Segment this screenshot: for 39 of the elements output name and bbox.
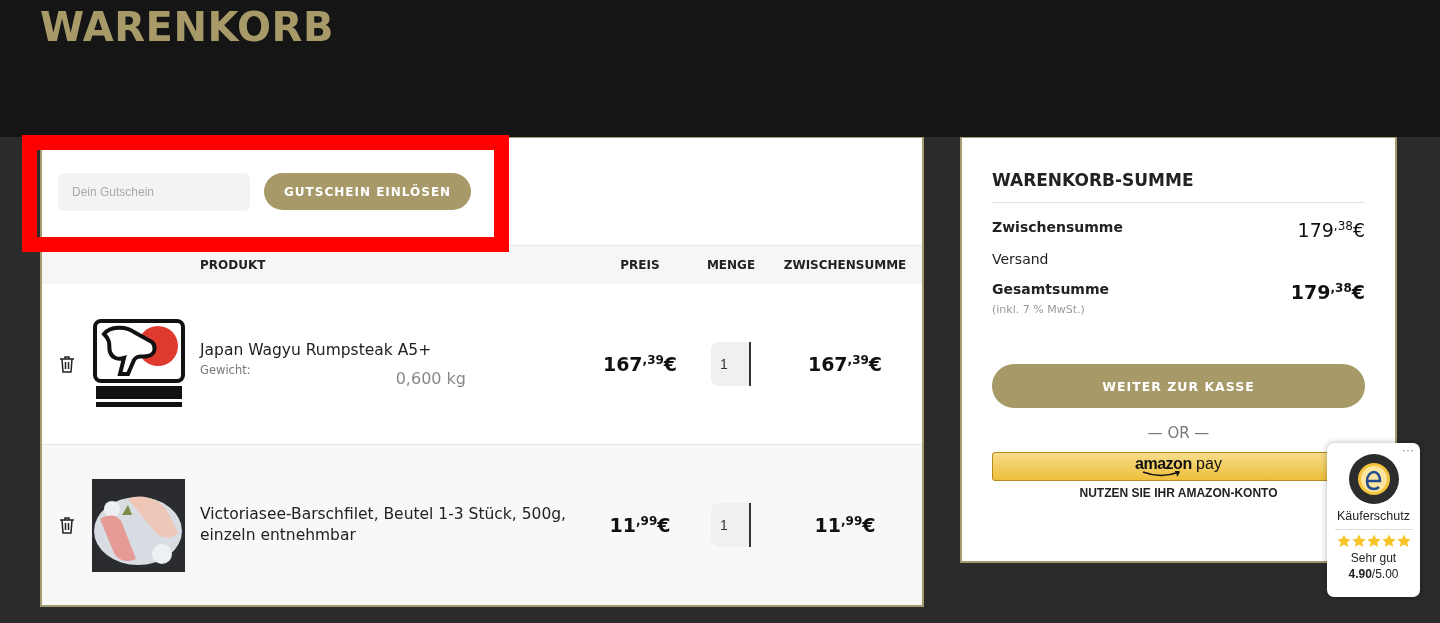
star-icon: [1396, 534, 1411, 548]
rating-text: Sehr gut: [1350, 551, 1397, 565]
trust-badge-popup[interactable]: ··· Käuferschutz Sehr gut 4.90/5.00: [1327, 443, 1420, 597]
trash-icon[interactable]: [59, 516, 75, 534]
star-icon: [1381, 534, 1396, 548]
column-header: ZWISCHENSUMME: [782, 258, 908, 272]
total-value: 179$^{,38}$€: [1290, 281, 1365, 304]
totals-title: WARENKORB-SUMME: [992, 170, 1365, 203]
column-header: PRODUKT: [200, 258, 267, 272]
product-name[interactable]: Victoriasee-Barschfilet, Beutel 1-3 Stück, 500g, einzeln entnehmbar: [200, 504, 576, 546]
shipping-label: Versand: [992, 251, 1049, 268]
price-text: 167$^{,39}$€: [601, 352, 679, 376]
subtotal-value: 179$^{,38}$€: [1297, 219, 1365, 242]
badge-menu[interactable]: ···: [1402, 443, 1414, 457]
star-icon: [1366, 534, 1381, 548]
quantity-field[interactable]: 1: [711, 342, 751, 386]
rating-score: 4.90/5.00: [1348, 567, 1399, 581]
smile-arrow-icon: [1140, 471, 1183, 478]
column-header: MENGE: [705, 258, 757, 272]
star-icon: [1351, 534, 1366, 548]
tax-note: (inkl. 7 % MwSt.): [992, 303, 1086, 317]
or-separator: — OR —: [1146, 424, 1211, 443]
subtotal-text: 11$^{,99}$€: [813, 513, 877, 537]
attribute-value: 0,600 kg: [395, 369, 466, 388]
subtotal-label: Zwischensumme: [992, 219, 1123, 235]
coupon-field[interactable]: Dein Gutschein: [58, 172, 250, 211]
product-name[interactable]: Japan Wagyu Rumpsteak A5+: [200, 340, 576, 361]
subtotal-text: 167$^{,39}$€: [806, 352, 884, 376]
price-text: 11$^{,99}$€: [608, 513, 672, 537]
badge-title: Käuferschutz: [1334, 509, 1413, 530]
amazon-pay-caption: NUTZEN SIE IHR AMAZON-KONTO: [1078, 486, 1279, 501]
attribute-label: Gewicht:: [200, 363, 251, 379]
quantity-field[interactable]: 1: [711, 503, 751, 547]
trash-icon[interactable]: [59, 355, 75, 373]
seal-icon: [1347, 453, 1400, 505]
column-header: PREIS: [619, 258, 661, 272]
star-icon: [1336, 534, 1351, 548]
page-title: WARENKORB: [40, 4, 335, 50]
total-label: Gesamtsumme: [992, 281, 1110, 298]
